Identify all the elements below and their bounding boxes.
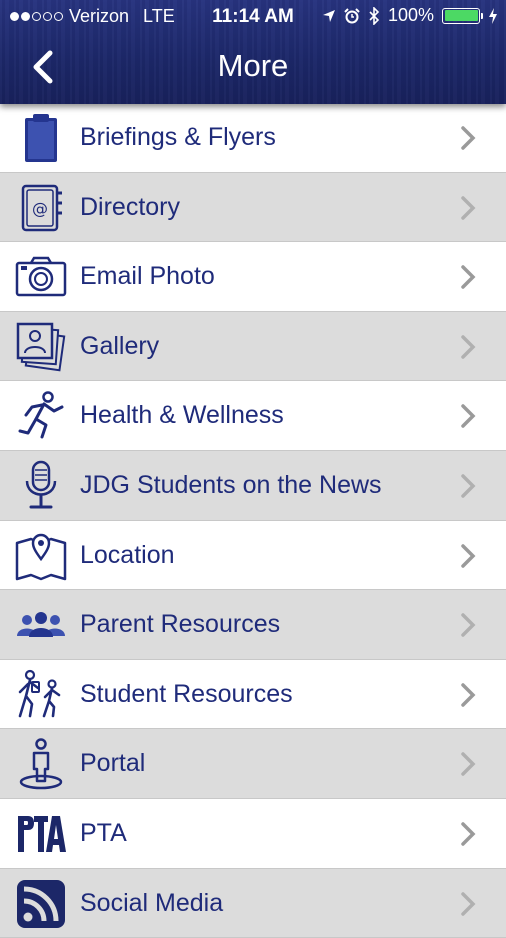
bluetooth-icon [369,6,380,25]
menu-item-gallery[interactable]: Gallery [0,311,506,382]
menu-item-label: Portal [80,749,146,778]
rss-icon [17,879,65,928]
chevron-right-icon [461,683,476,707]
chevron-right-icon [461,613,476,637]
chevron-right-icon [461,752,476,777]
menu-item-directory[interactable]: @ Directory [0,172,506,243]
menu-item-portal[interactable]: Portal [0,729,506,799]
camera-icon [15,256,67,297]
chevron-right-icon [461,265,476,289]
chevron-right-icon [461,404,476,429]
address-book-icon: @ [21,184,62,231]
menu-item-label: Briefings & Flyers [80,123,276,151]
chevron-right-icon [461,195,476,220]
menu-item-jdg-students-news[interactable]: JDG Students on the News [0,450,506,521]
menu-item-social-media[interactable]: Social Media [0,868,506,938]
clipboard-icon [25,114,57,162]
top-bar: Verizon LTE 11:14 AM 100% More [0,0,506,104]
microphone-icon [25,460,57,509]
chevron-right-icon [461,891,476,916]
page-title: More [217,48,289,83]
students-walking-icon [18,669,61,718]
menu-item-label: Directory [80,192,181,221]
location-arrow-icon [322,9,335,22]
chevron-right-icon [461,822,476,846]
menu-item-student-resources[interactable]: Student Resources [0,659,506,730]
menu-item-location[interactable]: Location [0,520,506,591]
charging-bolt-icon [489,7,497,24]
menu-item-label: Location [80,540,175,569]
chevron-right-icon [461,474,476,498]
menu-item-label: Parent Resources [80,610,281,639]
runner-icon [18,391,64,439]
menu-item-label: Health & Wellness [80,401,284,430]
menu-item-label: Gallery [80,331,160,360]
chevron-right-icon [461,335,476,359]
menu-item-label: Student Resources [80,679,293,708]
navigation-bar: More [0,34,506,100]
status-bar: Verizon LTE 11:14 AM 100% [0,0,506,34]
svg-text:@: @ [32,199,48,218]
menu-item-label: PTA [80,818,127,847]
more-menu-list: Briefings & Flyers @ Directory Email Pho… [0,103,506,938]
battery-percent: 100% [387,5,434,25]
pta-logo-icon [18,815,66,852]
menu-item-label: Social Media [80,888,224,917]
chevron-right-icon [461,543,476,568]
photo-stack-icon [16,322,66,372]
group-icon [17,612,65,638]
map-pin-icon [15,533,67,580]
menu-item-briefings-flyers[interactable]: Briefings & Flyers [0,103,506,173]
menu-item-health-wellness[interactable]: Health & Wellness [0,381,506,451]
menu-item-label: Email Photo [80,262,215,291]
menu-item-pta[interactable]: PTA [0,798,506,869]
menu-item-label: JDG Students on the News [80,470,382,499]
battery-icon [442,7,483,24]
person-portal-icon [19,738,63,790]
menu-item-parent-resources[interactable]: Parent Resources [0,590,506,660]
menu-item-email-photo[interactable]: Email Photo [0,242,506,312]
alarm-icon [344,7,360,23]
chevron-right-icon [461,126,476,150]
